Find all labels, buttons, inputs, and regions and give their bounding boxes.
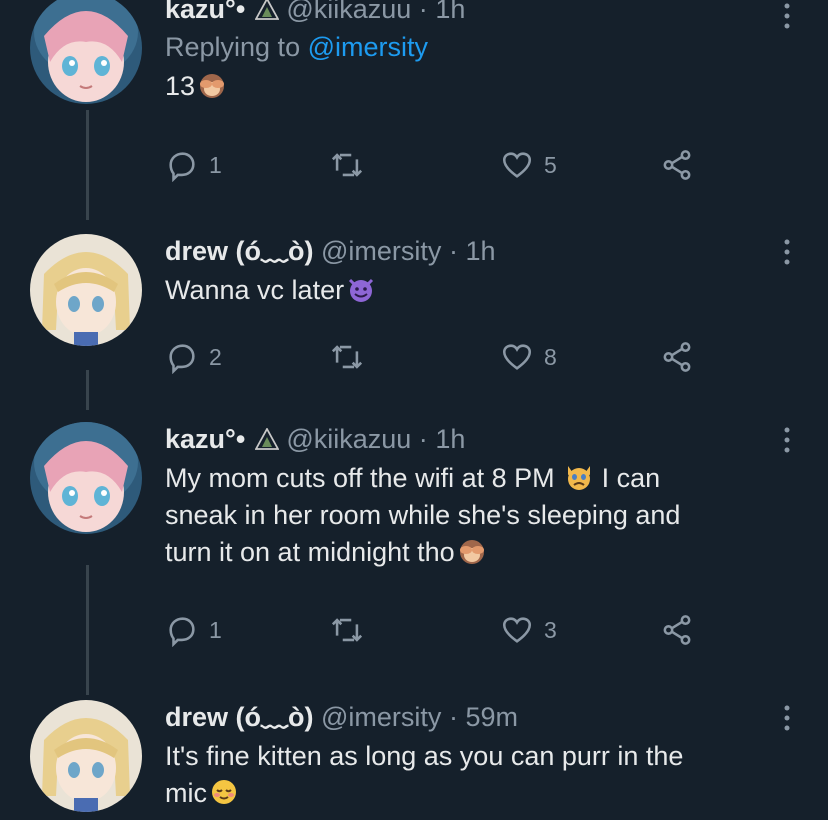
tweet-text-row: turn it on at midnight tho — [165, 534, 788, 571]
like-button[interactable]: 8 — [500, 337, 557, 377]
reply-button[interactable]: 1 — [165, 610, 222, 650]
reply-icon — [169, 152, 195, 182]
smiling-devil-icon — [349, 278, 374, 302]
retweet-button[interactable] — [330, 145, 374, 185]
relieved-face-icon — [212, 780, 236, 804]
see-no-evil-monkey-icon — [200, 74, 225, 98]
tweet-text: My mom cuts off the wifi at 8 PM I can s… — [165, 460, 788, 571]
retweet-button[interactable] — [330, 610, 374, 650]
tweet-header: kazu°• @kiikazuu · 1h — [165, 422, 788, 456]
tweet[interactable]: kazu°• @kiikazuu · 1h Replying to @imers… — [0, 0, 828, 220]
retweet-button[interactable] — [330, 337, 374, 377]
avatar[interactable] — [30, 234, 142, 346]
like-icon — [502, 152, 532, 178]
like-icon — [502, 344, 532, 370]
timestamp[interactable]: 1h — [435, 424, 465, 454]
tweet-actions: 1 3 — [165, 610, 725, 650]
tweet-text-line: sneak in her room while she's sleeping a… — [165, 500, 681, 530]
replying-to: Replying to @imersity — [165, 30, 788, 64]
like-count: 8 — [544, 343, 557, 370]
reply-button[interactable]: 2 — [165, 337, 222, 377]
share-button[interactable] — [660, 145, 694, 185]
camping-badge-icon — [254, 0, 279, 20]
tweet-text-line: turn it on at midnight tho — [165, 537, 455, 567]
tweet[interactable]: drew (ó﹏ò) @imersity · 59m It's fine kit… — [0, 690, 828, 820]
retweet-icon — [331, 153, 363, 177]
timestamp[interactable]: 1h — [465, 236, 495, 266]
tweet-text-line: It's fine kitten as long as you can purr… — [165, 741, 684, 771]
tweet-text-line: My mom cuts off the wifi at 8 PM — [165, 463, 555, 493]
display-name[interactable]: drew (ó﹏ò) — [165, 236, 314, 266]
replying-to-label: Replying to — [165, 32, 301, 62]
avatar[interactable] — [30, 700, 142, 812]
more-icon[interactable] — [780, 702, 794, 736]
see-no-evil-monkey-icon — [459, 540, 484, 564]
tweet-actions: 2 8 — [165, 337, 725, 377]
timestamp[interactable]: 59m — [465, 702, 518, 732]
separator: · — [418, 424, 428, 454]
tweet-header: kazu°• @kiikazuu · 1h — [165, 0, 788, 26]
display-name[interactable]: kazu°• — [165, 0, 245, 24]
tweet-text: 13 — [165, 68, 788, 105]
reply-count: 2 — [209, 343, 222, 370]
tweet[interactable]: kazu°• @kiikazuu · 1h My mom cuts off th… — [0, 410, 828, 690]
more-icon[interactable] — [780, 424, 794, 458]
display-name[interactable]: drew (ó﹏ò) — [165, 702, 314, 732]
tweet-text-line: 13 — [165, 71, 196, 101]
timestamp[interactable]: 1h — [435, 0, 465, 24]
tweet-text: Wanna vc later — [165, 272, 788, 309]
separator: · — [448, 236, 458, 266]
display-name[interactable]: kazu°• — [165, 424, 245, 454]
tweet[interactable]: drew (ó﹏ò) @imersity · 1h Wanna vc later… — [0, 222, 828, 402]
reply-count: 1 — [209, 151, 222, 178]
avatar[interactable] — [30, 422, 142, 534]
like-button[interactable]: 5 — [500, 145, 557, 185]
handle[interactable]: @kiikazuu — [286, 0, 411, 24]
tweet-text-row: mic — [165, 775, 788, 812]
separator: · — [448, 702, 458, 732]
camping-badge-icon — [254, 428, 279, 450]
reply-icon — [169, 617, 195, 647]
share-button[interactable] — [660, 610, 694, 650]
avatar[interactable] — [30, 0, 142, 104]
tweet-header: drew (ó﹏ò) @imersity · 1h — [165, 234, 788, 268]
more-icon[interactable] — [780, 0, 794, 34]
tweet-text-row: My mom cuts off the wifi at 8 PM I can — [165, 460, 788, 497]
reply-count: 1 — [209, 616, 222, 643]
reply-button[interactable]: 1 — [165, 145, 222, 185]
handle[interactable]: @imersity — [321, 702, 441, 732]
tweet-text-line: mic — [165, 778, 207, 808]
handle[interactable]: @kiikazuu — [286, 424, 411, 454]
share-icon — [663, 615, 691, 645]
tweet-text: It's fine kitten as long as you can purr… — [165, 738, 788, 812]
handle[interactable]: @imersity — [321, 236, 441, 266]
reply-icon — [169, 344, 195, 374]
tweet-text-line: Wanna vc later — [165, 275, 345, 305]
share-button[interactable] — [660, 337, 694, 377]
like-icon — [502, 617, 532, 643]
tweet-header: drew (ó﹏ò) @imersity · 59m — [165, 700, 788, 734]
share-icon — [663, 342, 691, 372]
like-button[interactable]: 3 — [500, 610, 557, 650]
tweet-text-line: I can — [601, 463, 661, 493]
like-count: 5 — [544, 151, 557, 178]
tweet-actions: 1 5 — [165, 145, 725, 185]
retweet-icon — [331, 345, 363, 369]
mention-link[interactable]: @imersity — [308, 32, 428, 62]
retweet-icon — [331, 618, 363, 642]
like-count: 3 — [544, 616, 557, 643]
more-icon[interactable] — [780, 236, 794, 270]
separator: · — [418, 0, 428, 24]
share-icon — [663, 150, 691, 180]
crying-cat-icon — [568, 466, 591, 490]
